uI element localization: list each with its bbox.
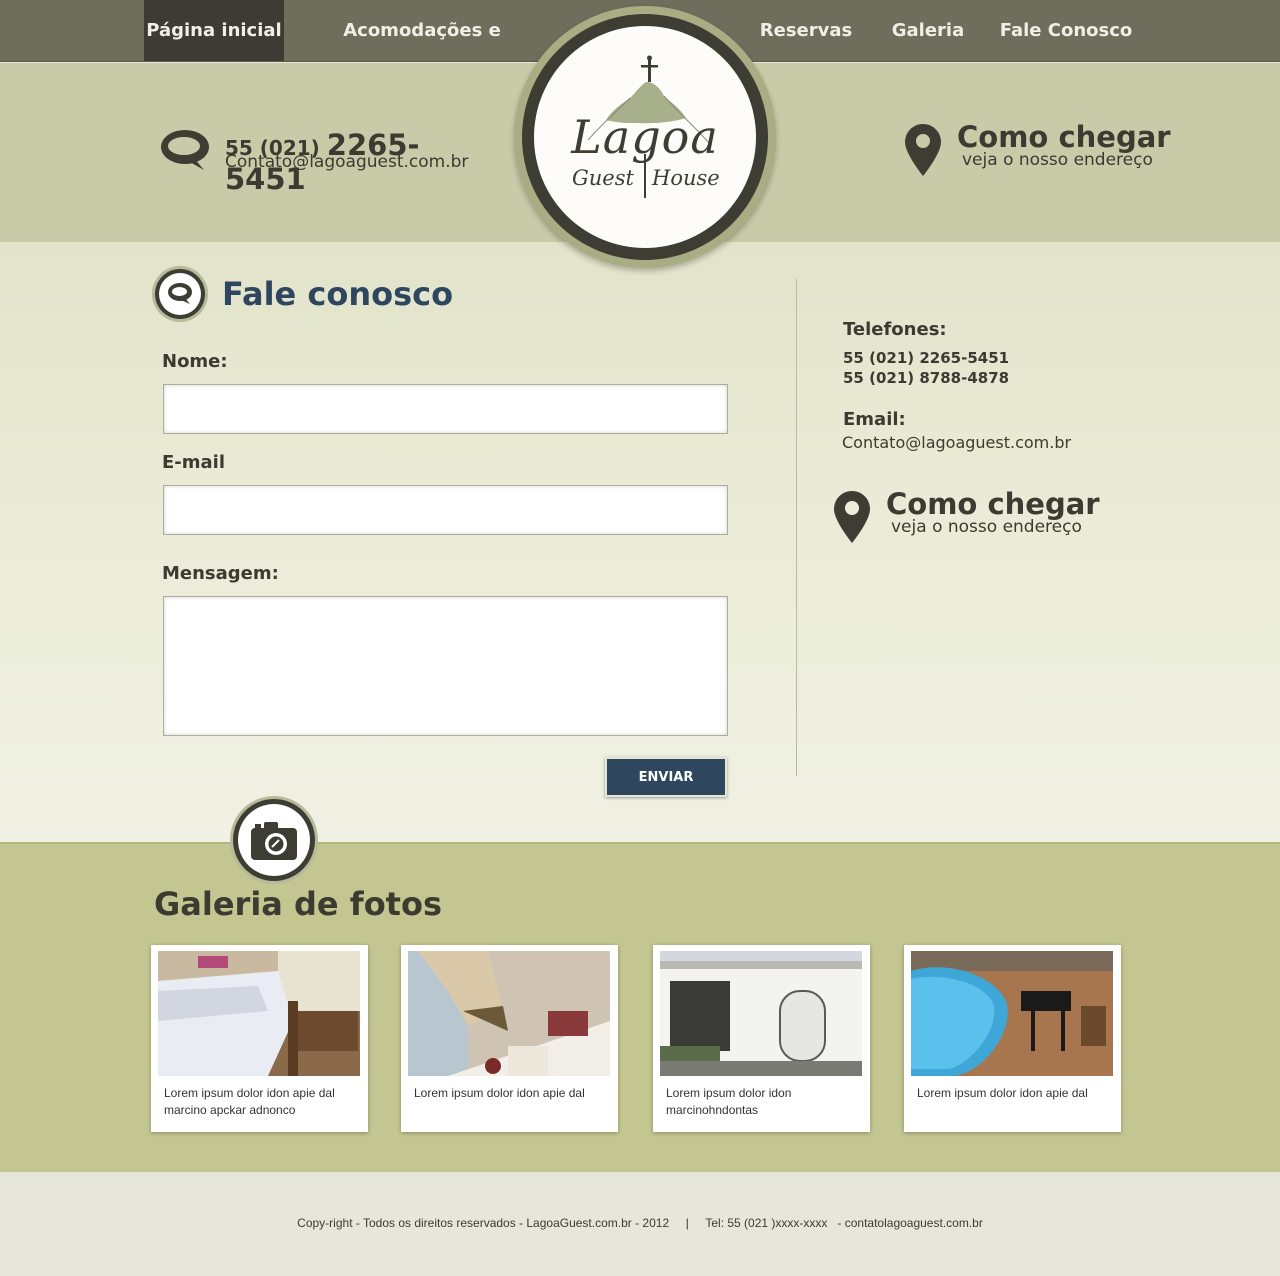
send-button[interactable]: ENVIAR: [605, 757, 727, 797]
camera-icon: [230, 796, 318, 884]
sidebar-email[interactable]: Contato@lagoaguest.com.br: [842, 433, 1071, 452]
logo-tagline-right: House: [652, 166, 720, 190]
nav-accommodations[interactable]: Acomodações e tarifas: [314, 0, 530, 102]
logo[interactable]: Lagoa Guest House: [514, 6, 776, 268]
email-label: E-mail: [162, 452, 226, 473]
sidebar-route-title: Como chegar: [886, 487, 1100, 521]
footer-text: Copy-right - Todos os direitos reservado…: [297, 1216, 983, 1230]
email-input[interactable]: [163, 485, 728, 535]
nav-gallery[interactable]: Galeria: [886, 0, 970, 61]
gallery-card[interactable]: Lorem ipsum dolor idon apie dal: [904, 945, 1121, 1132]
page-title: Fale conosco: [222, 275, 454, 313]
name-label: Nome:: [162, 351, 228, 372]
gallery-card[interactable]: Lorem ipsum dolor idon apie dal marcino …: [151, 945, 368, 1132]
header-route-link[interactable]: Como chegar veja o nosso endereço: [905, 120, 1171, 180]
column-divider: [796, 279, 797, 776]
phone-2[interactable]: 55 (021) 8788-4878: [843, 369, 1009, 387]
logo-tagline-left: Guest: [572, 166, 634, 190]
gallery-title: Galeria de fotos: [154, 885, 442, 923]
header-route-title: Como chegar: [957, 120, 1171, 154]
header-route-subtitle: veja o nosso endereço: [962, 150, 1153, 170]
photo-bedroom: [158, 951, 360, 1076]
map-pin-icon: [905, 124, 941, 176]
nav-reservations[interactable]: Reservas: [756, 0, 856, 61]
header-phone-block: 55 (021) 2265-5451 Contato@lagoaguest.co…: [160, 120, 468, 196]
photo-caption: Lorem ipsum dolor idon marcinohndontas: [666, 1086, 792, 1117]
nav-contact[interactable]: Fale Conosco: [998, 0, 1134, 61]
speech-bubble-icon: [152, 266, 208, 322]
photo-caption: Lorem ipsum dolor idon apie dal: [414, 1086, 585, 1100]
sidebar-route-link[interactable]: Como chegar veja o nosso endereço: [834, 487, 1100, 547]
sidebar-email-label: Email:: [843, 409, 906, 430]
gallery-card[interactable]: Lorem ipsum dolor idon marcinohndontas: [653, 945, 870, 1132]
nav-home[interactable]: Página inicial: [144, 0, 284, 61]
phones-label: Telefones:: [843, 319, 947, 340]
message-textarea[interactable]: [163, 596, 728, 736]
message-label: Mensagem:: [162, 563, 279, 584]
speech-bubble-icon: [161, 130, 209, 170]
name-input[interactable]: [163, 384, 728, 434]
header-email[interactable]: Contato@lagoaguest.com.br: [225, 152, 468, 172]
sidebar-route-subtitle: veja o nosso endereço: [891, 517, 1082, 537]
photo-caption: Lorem ipsum dolor idon apie dal: [917, 1086, 1088, 1100]
gallery-card[interactable]: Lorem ipsum dolor idon apie dal: [401, 945, 618, 1132]
photo-room-pillows: [408, 951, 610, 1076]
main-content: [0, 242, 1280, 842]
photo-caption: Lorem ipsum dolor idon apie dal marcino …: [164, 1086, 335, 1117]
logo-divider: [644, 154, 646, 198]
photo-pool: [911, 951, 1113, 1076]
phone-1[interactable]: 55 (021) 2265-5451: [843, 349, 1009, 367]
photo-house-exterior: [660, 951, 862, 1076]
map-pin-icon: [834, 491, 870, 543]
